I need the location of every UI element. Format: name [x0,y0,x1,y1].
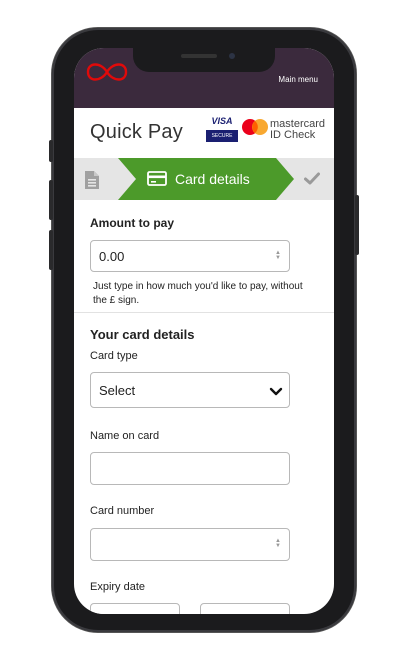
step-card-details-label: Card details [175,171,250,187]
card-type-label: Card type [90,350,138,362]
phone-screen: Main menu Quick Pay VISA SECURE masterca… [74,48,334,614]
phone-button-volume-up [49,180,53,220]
mastercard-id-check-badge: mastercard ID Check [270,119,325,141]
card-type-select[interactable]: Select [90,372,290,408]
name-on-card-label: Name on card [90,430,160,442]
amount-label: Amount to pay [90,216,174,230]
amount-hint: Just type in how much you'd like to pay,… [93,281,303,306]
phone-button-mute [49,140,53,162]
visa-secure-badge: VISA SECURE [206,115,238,143]
phone-notch [133,48,275,72]
card-number-input[interactable]: ▲ ▼ [90,528,290,561]
number-spinner-icon[interactable]: ▲ ▼ [275,250,281,261]
credit-card-icon [147,171,167,191]
amount-input[interactable]: 0.00 ▲ ▼ [90,240,290,272]
brand-logo-icon[interactable] [84,58,130,91]
main-menu-link[interactable]: Main menu [278,75,318,84]
visa-wordmark: VISA [211,116,233,126]
phone-button-power [355,195,359,255]
id-check-label: ID Check [270,129,316,141]
number-spinner-icon[interactable]: ▲ ▼ [275,538,281,549]
page-title: Quick Pay [90,121,183,143]
progress-stepper: Card details [74,158,334,200]
expiry-month-select[interactable] [90,603,180,614]
camera [229,53,235,59]
title-bar: Quick Pay VISA SECURE mastercard ID Chec… [74,108,334,159]
section-divider [74,312,334,313]
expiry-date-label: Expiry date [90,581,146,593]
speaker [181,54,217,58]
mastercard-logo-icon [241,118,269,141]
document-icon [84,170,100,195]
card-number-label: Card number [90,505,155,517]
card-type-value: Select [99,383,136,398]
card-details-heading: Your card details [90,327,195,342]
visa-secure-label: SECURE [206,130,238,142]
name-on-card-input[interactable] [90,452,290,485]
chevron-down-icon [269,384,283,402]
phone-button-volume-down [49,230,53,270]
checkmark-icon [304,172,320,190]
expiry-year-select[interactable] [200,603,290,614]
amount-value: 0.00 [99,249,125,264]
